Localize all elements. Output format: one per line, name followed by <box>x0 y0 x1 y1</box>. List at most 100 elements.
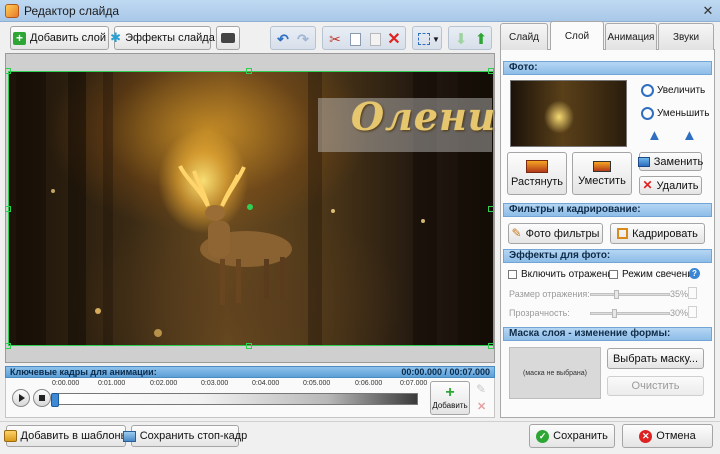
tick-label: 0:04.000 <box>252 380 280 387</box>
title-bar: Редактор слайда ✕ <box>0 0 720 22</box>
add-keyframe-label: Добавить <box>432 401 468 410</box>
tick-label: 0:02.000 <box>150 380 178 387</box>
resize-handle-bottom-left[interactable] <box>5 343 11 349</box>
transparency-knob[interactable] <box>612 309 617 318</box>
tab-animation[interactable]: Анимация <box>605 23 657 50</box>
resize-handle-top-right[interactable] <box>488 68 494 74</box>
mask-section-header: Маска слоя - изменение формы: <box>503 327 712 341</box>
resize-handle-right[interactable] <box>488 206 494 212</box>
photo-filters-button[interactable]: ✎ Фото фильтры <box>508 223 603 244</box>
tick-label: 0:01.000 <box>98 380 126 387</box>
keyframes-timeline: 0:00.000 0:01.000 0:02.000 0:03.000 0:04… <box>5 378 495 418</box>
reflection-label: Включить отражение <box>521 269 619 280</box>
replace-label: Заменить <box>653 155 704 168</box>
save-frame-button[interactable]: Сохранить стоп-кадр <box>122 425 247 447</box>
camera-button[interactable] <box>216 26 240 50</box>
save-button[interactable]: ✓ Сохранить <box>529 424 615 448</box>
cancel-icon: ✕ <box>639 429 653 443</box>
resize-handle-bottom[interactable] <box>246 343 252 349</box>
replace-button[interactable]: Заменить <box>637 152 704 171</box>
fit-label: Уместить <box>578 174 626 187</box>
tick-label: 0:07.000 <box>400 380 428 387</box>
filters-section-header: Фильтры и кадрирование: <box>503 203 712 217</box>
rotate-right-icon[interactable]: ▲ <box>682 127 697 144</box>
undo-icon[interactable]: ↶ <box>274 30 292 48</box>
resize-handle-top-left[interactable] <box>5 68 11 74</box>
reflection-checkbox[interactable] <box>508 270 517 279</box>
reflection-size-spinner[interactable] <box>688 287 697 299</box>
save-label: Сохранить <box>553 430 608 442</box>
reflection-size-knob[interactable] <box>614 290 619 299</box>
rotate-left-icon[interactable]: ▲ <box>647 127 662 144</box>
stretch-button[interactable]: Растянуть <box>507 152 567 195</box>
photo-filters-label: Фото фильтры <box>525 227 600 240</box>
move-up-icon[interactable]: ⬆ <box>472 30 490 48</box>
slide-effects-button[interactable]: ✱ Эффекты слайда <box>110 26 215 50</box>
add-layer-button[interactable]: + Добавить слой <box>10 26 109 50</box>
clear-mask-button[interactable]: Очистить <box>607 376 704 396</box>
order-group: ⬇ ⬆ <box>448 26 492 50</box>
resize-handle-top[interactable] <box>246 68 252 74</box>
keyframe-marker[interactable] <box>51 393 59 407</box>
tab-sounds[interactable]: Звуки <box>658 23 714 50</box>
resize-handle-left[interactable] <box>5 206 11 212</box>
tab-layer[interactable]: Слой <box>550 21 604 50</box>
crop-icon <box>617 228 629 239</box>
cut-icon[interactable]: ✂ <box>326 30 344 48</box>
transparency-slider[interactable] <box>590 312 670 315</box>
choose-mask-button[interactable]: Выбрать маску... <box>607 348 704 369</box>
delete-photo-label: Удалить <box>656 179 699 192</box>
reflection-size-slider[interactable] <box>590 293 670 296</box>
timeline-track[interactable] <box>58 393 418 405</box>
save-frame-label: Сохранить стоп-кадр <box>139 430 248 442</box>
add-to-templates-label: Добавить в шаблоны <box>20 430 129 442</box>
tab-slide[interactable]: Слайд <box>500 23 548 50</box>
mask-preview: (маска не выбрана) <box>509 347 601 399</box>
remove-keyframe-icon[interactable]: ✕ <box>477 400 486 413</box>
keyframes-title: Ключевые кадры для анимации: <box>10 367 157 377</box>
reflection-size-value: 35% <box>670 289 689 299</box>
stop-button[interactable] <box>33 389 51 407</box>
zoom-out-button[interactable]: Уменьшить <box>641 107 709 120</box>
add-keyframe-button[interactable]: + Добавить <box>430 381 470 415</box>
effects-section-header: Эффекты для фото: <box>503 249 712 263</box>
zoom-out-label: Уменьшить <box>657 108 710 119</box>
transparency-spinner[interactable] <box>688 306 697 318</box>
center-handle[interactable] <box>247 204 253 210</box>
fit-button[interactable]: Уместить <box>572 152 632 195</box>
help-icon[interactable]: ? <box>689 268 700 279</box>
copy-icon[interactable] <box>346 30 364 48</box>
template-icon <box>3 430 17 442</box>
frame-icon <box>122 430 136 442</box>
tick-label: 0:03.000 <box>201 380 229 387</box>
crop-button[interactable]: Кадрировать <box>610 223 705 244</box>
add-layer-label: Добавить слой <box>30 32 106 44</box>
glow-checkbox[interactable] <box>609 270 618 279</box>
cancel-button[interactable]: ✕ Отмена <box>622 424 713 448</box>
tick-label: 0:00.000 <box>52 380 80 387</box>
chevron-down-icon[interactable]: ▼ <box>431 30 441 48</box>
tick-label: 0:06.000 <box>355 380 383 387</box>
image-icon <box>637 156 650 167</box>
redo-icon[interactable]: ↷ <box>294 30 312 48</box>
tick-label: 0:05.000 <box>303 380 331 387</box>
delete-photo-button[interactable]: ✕ Удалить <box>639 176 702 195</box>
zoom-in-button[interactable]: Увеличить <box>641 84 705 97</box>
fit-icon <box>593 160 611 172</box>
slide-canvas[interactable]: Олени <box>5 53 495 363</box>
delete-icon[interactable]: ✕ <box>385 30 403 48</box>
edit-keyframe-icon[interactable]: ✎ <box>476 382 486 396</box>
add-to-templates-button[interactable]: Добавить в шаблоны <box>3 425 129 447</box>
caption-text[interactable]: Олени <box>351 94 496 139</box>
paste-icon[interactable] <box>366 30 384 48</box>
zoom-out-icon <box>641 107 654 120</box>
history-group: ↶ ↷ <box>270 26 316 50</box>
play-button[interactable] <box>12 389 30 407</box>
camera-icon <box>221 33 235 43</box>
close-window-button[interactable]: ✕ <box>700 3 716 19</box>
window-title: Редактор слайда <box>24 4 120 18</box>
reflection-size-label: Размер отражения: <box>509 289 590 299</box>
move-down-icon[interactable]: ⬇ <box>452 30 470 48</box>
resize-handle-bottom-right[interactable] <box>488 343 494 349</box>
checkmark-icon: ✓ <box>536 429 550 443</box>
